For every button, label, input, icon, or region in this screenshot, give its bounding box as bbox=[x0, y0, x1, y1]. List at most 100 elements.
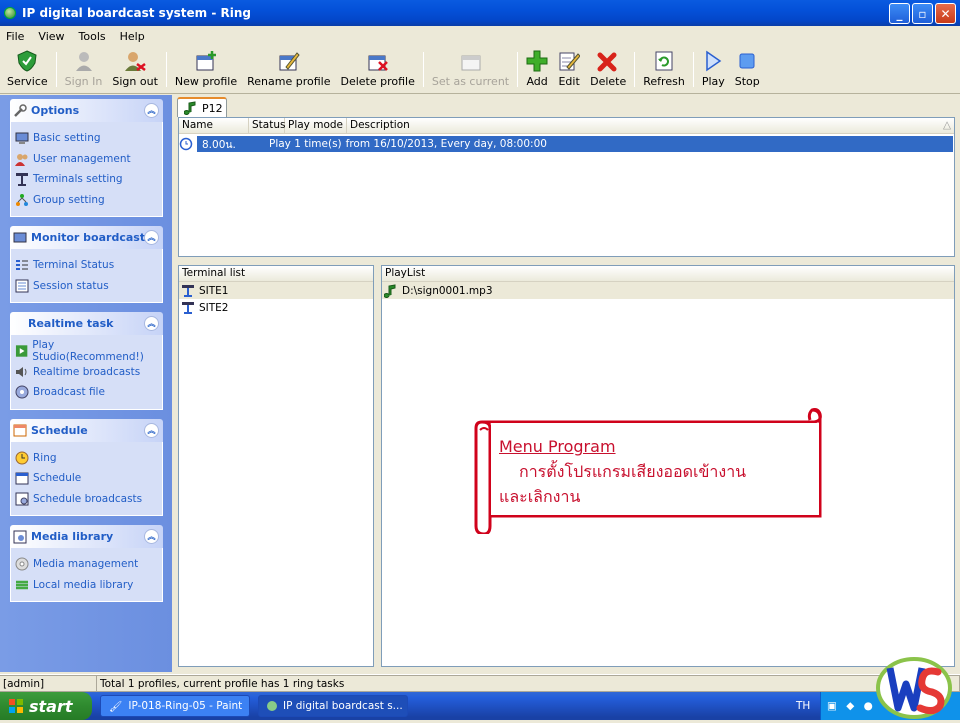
sidebar-item-broadcast-file[interactable]: Broadcast file bbox=[15, 382, 162, 403]
service-button[interactable]: Service bbox=[2, 46, 53, 93]
start-button[interactable]: start bbox=[0, 692, 92, 720]
add-button[interactable]: Add bbox=[521, 46, 553, 93]
sidebar-item-media-management[interactable]: Media management bbox=[15, 554, 162, 575]
menu-view[interactable]: View bbox=[36, 30, 66, 43]
playlist-header: PlayList bbox=[382, 266, 954, 282]
maximize-button[interactable]: ▫ bbox=[912, 3, 933, 24]
main-area: P12 Name Status Play mode Description △ … bbox=[172, 95, 960, 672]
sidebar-item-schedule-broadcasts[interactable]: Schedule broadcasts bbox=[15, 489, 162, 510]
sidebar-item-local-media-library[interactable]: Local media library bbox=[15, 575, 162, 596]
add-icon bbox=[526, 50, 548, 72]
sidebar-item-play-studio[interactable]: Play Studio(Recommend!) bbox=[15, 339, 162, 363]
app-icon bbox=[4, 7, 16, 19]
delete-icon bbox=[597, 50, 619, 72]
sidebar-group-options: Options ︽ Basic setting User management … bbox=[10, 99, 163, 217]
music-note-icon bbox=[184, 101, 196, 115]
set-current-icon bbox=[460, 50, 482, 72]
calendar-icon bbox=[15, 472, 29, 485]
menubar: File View Tools Help bbox=[0, 26, 960, 46]
sidebar-item-basic-setting[interactable]: Basic setting bbox=[15, 128, 162, 149]
delete-profile-button[interactable]: Delete profile bbox=[336, 46, 420, 93]
user-signout-icon bbox=[124, 50, 146, 72]
speaker-icon bbox=[16, 366, 27, 377]
menu-tools[interactable]: Tools bbox=[77, 30, 108, 43]
status-message: Total 1 profiles, current profile has 1 … bbox=[97, 675, 960, 692]
list-item[interactable]: D:\sign0001.mp3 bbox=[382, 282, 954, 299]
group-header-realtime[interactable]: Realtime task ︽ bbox=[10, 312, 163, 335]
group-header-options[interactable]: Options ︽ bbox=[10, 99, 163, 122]
group-icon bbox=[16, 193, 28, 206]
edit-button[interactable]: Edit bbox=[553, 46, 585, 93]
set-as-current-button[interactable]: Set as current bbox=[427, 46, 514, 93]
profiles-table: Name Status Play mode Description △ 8.00… bbox=[178, 117, 955, 257]
paint-icon: 🖌 bbox=[109, 700, 123, 713]
menu-file[interactable]: File bbox=[4, 30, 26, 43]
rename-profile-button[interactable]: Rename profile bbox=[242, 46, 335, 93]
group-header-media[interactable]: Media library ︽ bbox=[10, 525, 163, 548]
menu-help[interactable]: Help bbox=[118, 30, 147, 43]
terminal-icon bbox=[182, 301, 194, 314]
sidebar-item-realtime-broadcasts[interactable]: Realtime broadcasts bbox=[15, 362, 162, 383]
taskbar-item-paint[interactable]: 🖌 IP-018-Ring-05 - Paint bbox=[100, 695, 250, 717]
delete-button[interactable]: Delete bbox=[585, 46, 631, 93]
sidebar-item-session-status[interactable]: Session status bbox=[15, 276, 162, 297]
collapse-icon[interactable]: ︽ bbox=[144, 316, 159, 331]
callout-annotation: Menu Program การตั้งโปรแกรมเสียงออดเข้าง… bbox=[474, 406, 822, 534]
new-profile-button[interactable]: New profile bbox=[170, 46, 242, 93]
music-note-icon bbox=[384, 283, 396, 298]
sign-in-button[interactable]: Sign In bbox=[60, 46, 108, 93]
terminal-icon bbox=[182, 284, 194, 297]
collapse-icon[interactable]: ︽ bbox=[144, 103, 159, 118]
callout-title: Menu Program bbox=[499, 437, 616, 456]
timer-icon bbox=[179, 137, 193, 151]
play-icon bbox=[702, 50, 724, 72]
terminal-list: Terminal list SITE1 SITE2 bbox=[178, 265, 374, 667]
callout-line-2: และเลิกงาน bbox=[499, 487, 581, 506]
collapse-icon[interactable]: ︽ bbox=[144, 230, 159, 245]
refresh-button[interactable]: Refresh bbox=[638, 46, 690, 93]
minimize-button[interactable]: _ bbox=[889, 3, 910, 24]
list-item[interactable]: SITE1 bbox=[179, 282, 373, 299]
library-icon bbox=[16, 580, 28, 589]
group-header-schedule[interactable]: Schedule ︽ bbox=[10, 418, 163, 442]
close-button[interactable]: ✕ bbox=[935, 3, 956, 24]
status-user: [admin] bbox=[0, 675, 97, 692]
column-header-play-mode[interactable]: Play mode bbox=[285, 118, 347, 133]
sidebar-group-schedule: Schedule ︽ Ring Schedule Schedule broadc… bbox=[10, 418, 163, 516]
schedule-icon bbox=[13, 424, 27, 437]
sidebar-item-terminals-setting[interactable]: Terminals setting bbox=[15, 169, 162, 190]
column-header-description[interactable]: Description bbox=[347, 118, 940, 133]
ws-logo bbox=[874, 656, 954, 720]
sidebar: Options ︽ Basic setting User management … bbox=[0, 95, 172, 672]
collapse-icon[interactable]: ︽ bbox=[144, 529, 159, 544]
language-indicator[interactable]: TH bbox=[796, 692, 810, 720]
sidebar-group-media: Media library ︽ Media management Local m… bbox=[10, 525, 163, 602]
sidebar-item-schedule[interactable]: Schedule bbox=[15, 468, 162, 489]
windows-logo-icon bbox=[9, 699, 23, 713]
table-row[interactable]: 8.00น. Play 1 time(s) from 16/10/2013, E… bbox=[179, 136, 953, 152]
schedule-broadcast-icon bbox=[15, 492, 29, 506]
stop-button[interactable]: Stop bbox=[730, 46, 765, 93]
refresh-icon bbox=[653, 50, 675, 72]
new-profile-icon bbox=[195, 50, 217, 72]
sidebar-item-terminal-status[interactable]: Terminal Status bbox=[15, 255, 162, 276]
column-header-name[interactable]: Name bbox=[179, 118, 249, 133]
statusbar: [admin] Total 1 profiles, current profil… bbox=[0, 674, 960, 692]
sign-out-button[interactable]: Sign out bbox=[107, 46, 163, 93]
group-header-monitor[interactable]: Monitor boardcast ︽ bbox=[10, 226, 163, 249]
sidebar-item-group-setting[interactable]: Group setting bbox=[15, 190, 162, 211]
column-header-status[interactable]: Status bbox=[249, 118, 285, 133]
shield-icon bbox=[16, 50, 38, 72]
delete-profile-icon bbox=[367, 50, 389, 72]
stop-icon bbox=[736, 50, 758, 72]
sidebar-item-user-management[interactable]: User management bbox=[15, 149, 162, 170]
tab-p12[interactable]: P12 bbox=[177, 97, 227, 117]
play-button[interactable]: Play bbox=[697, 46, 730, 93]
users-icon bbox=[15, 153, 28, 166]
collapse-icon[interactable]: ︽ bbox=[144, 422, 159, 438]
tools-icon bbox=[14, 103, 27, 117]
taskbar-item-boardcast[interactable]: IP digital boardcast s... bbox=[258, 695, 408, 717]
list-item[interactable]: SITE2 bbox=[179, 299, 373, 316]
tray-icons[interactable]: ▣ ◆ ● bbox=[827, 700, 876, 712]
sidebar-item-ring[interactable]: Ring bbox=[15, 448, 162, 469]
